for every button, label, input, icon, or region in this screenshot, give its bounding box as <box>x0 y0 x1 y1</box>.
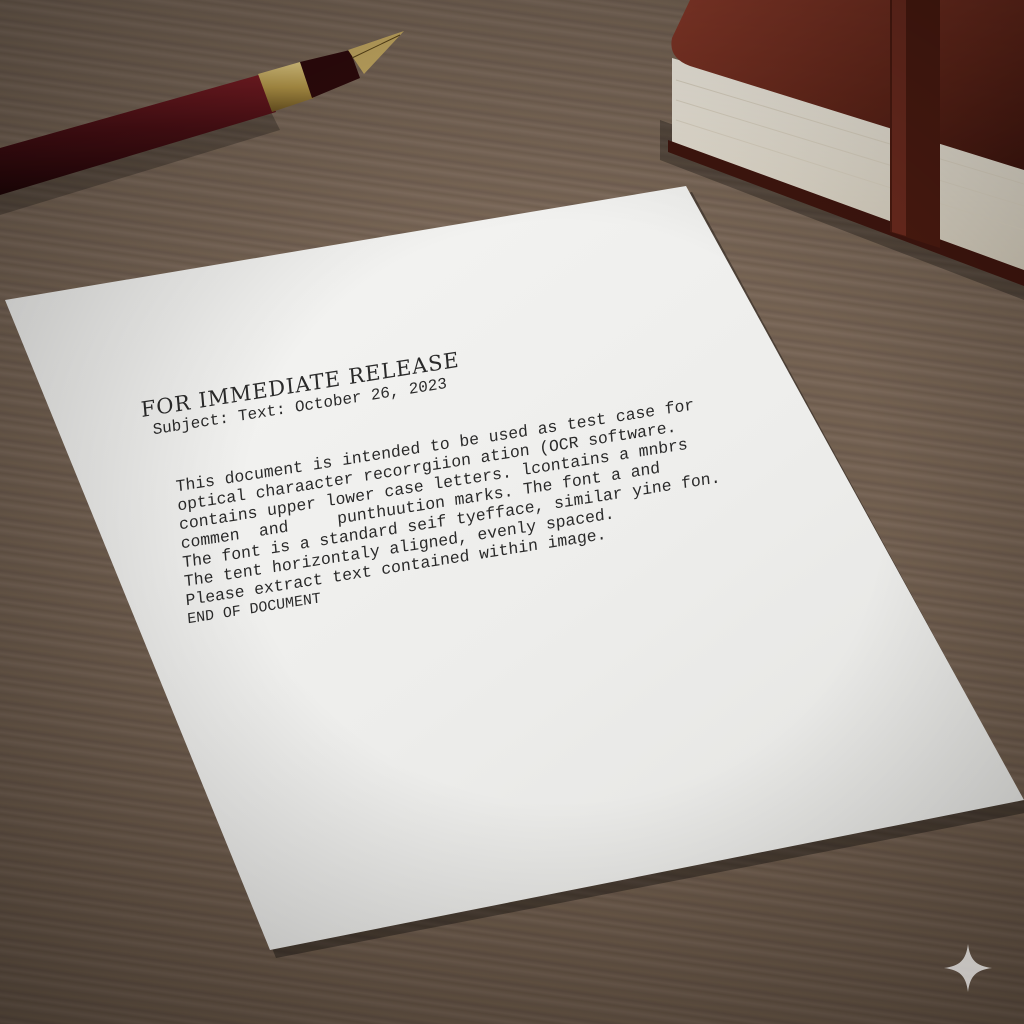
sparkle-icon <box>944 944 992 992</box>
desk-scene: FOR IMMEDIATE RELEASE Subject: Text: Oct… <box>0 0 1024 1024</box>
